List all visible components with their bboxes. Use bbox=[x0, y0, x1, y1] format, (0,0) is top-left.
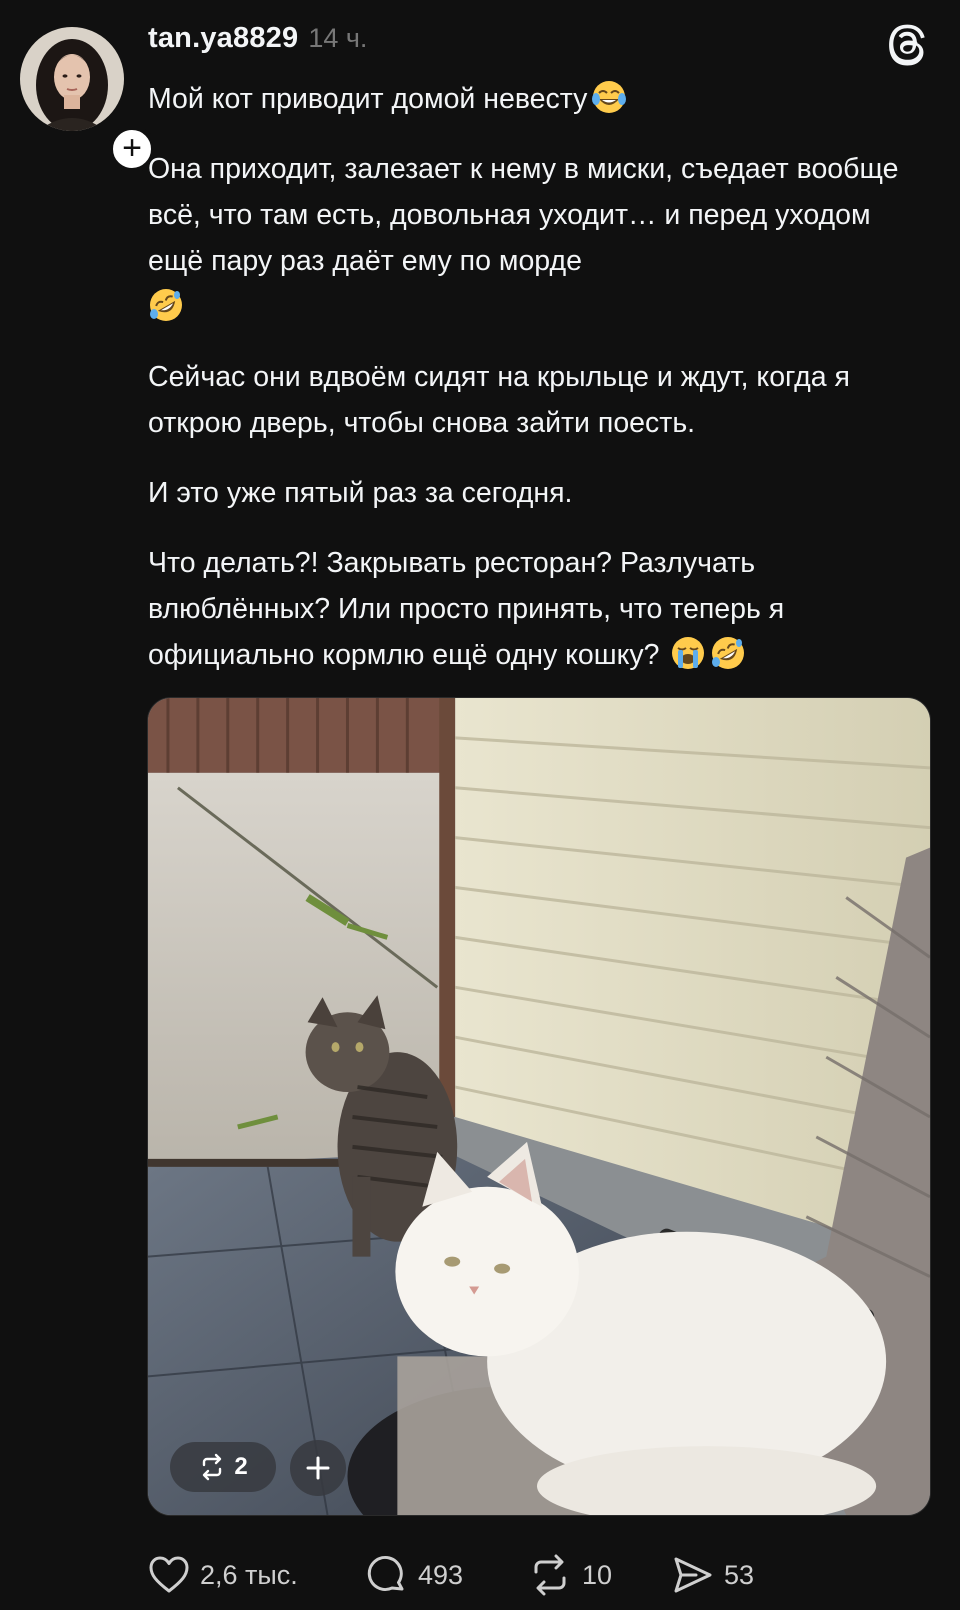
share-count: 53 bbox=[724, 1559, 755, 1590]
timestamp: 14 ч. bbox=[308, 23, 368, 53]
repost-button[interactable]: 10 bbox=[528, 1553, 612, 1597]
photo-add-button[interactable] bbox=[290, 1440, 346, 1496]
post-paragraph-2: Она приходит, залезает к нему в миски, с… bbox=[148, 146, 928, 330]
face-with-tears-of-joy-emoji bbox=[592, 81, 627, 113]
post-paragraph-4: И это уже пятый раз за сегодня. bbox=[148, 470, 928, 516]
comment-count: 493 bbox=[418, 1559, 464, 1590]
share-button[interactable]: 53 bbox=[672, 1553, 754, 1597]
avatar-photo bbox=[20, 27, 124, 131]
post-paragraph-5: Что делать?! Закрывать ресторан? Разлуча… bbox=[148, 540, 928, 678]
repost-icon bbox=[534, 1554, 566, 1596]
rolling-on-floor-laughing-emoji bbox=[711, 637, 744, 669]
photo-repost-pill[interactable]: 2 bbox=[170, 1442, 276, 1492]
avatar[interactable] bbox=[20, 27, 124, 131]
send-icon bbox=[674, 1557, 712, 1593]
photo-repost-count: 2 bbox=[234, 1453, 248, 1480]
rolling-on-floor-laughing-emoji bbox=[150, 289, 182, 321]
post-body: Мой кот приводит домой невесту Она прихо… bbox=[148, 76, 928, 702]
post-photo[interactable] bbox=[147, 697, 931, 1516]
post-header: tan.ya8829 14 ч. bbox=[148, 22, 367, 58]
post-paragraph-1: Мой кот приводит домой невесту bbox=[148, 76, 928, 122]
comment-button[interactable]: 493 bbox=[366, 1553, 463, 1597]
repost-count: 10 bbox=[582, 1559, 613, 1590]
repost-icon bbox=[203, 1453, 222, 1481]
comment-bubble-icon bbox=[367, 1556, 404, 1591]
post-paragraph-text: Мой кот приводит домой невесту bbox=[148, 83, 588, 115]
username[interactable]: tan.ya8829 bbox=[148, 22, 298, 55]
post-paragraph-text: Она приходит, залезает к нему в миски, с… bbox=[148, 153, 899, 277]
post-paragraph-3: Сейчас они вдвоём сидят на крыльце и жду… bbox=[148, 354, 928, 446]
heart-icon bbox=[149, 1556, 189, 1593]
plus-icon bbox=[306, 1456, 330, 1480]
like-count: 2,6 тыс. bbox=[200, 1559, 298, 1590]
cats-on-porch-image bbox=[148, 698, 930, 1515]
loudly-crying-face-emoji bbox=[671, 637, 704, 669]
avatar-container[interactable]: + bbox=[20, 27, 156, 173]
like-button[interactable]: 2,6 тыс. bbox=[148, 1553, 298, 1597]
post-action-bar: 2,6 тыс. 493 10 53 bbox=[148, 1553, 928, 1597]
plus-icon: + bbox=[122, 128, 142, 167]
post-paragraph-text: Сейчас они вдвоём сидят на крыльце и жду… bbox=[148, 361, 850, 439]
post-paragraph-text: И это уже пятый раз за сегодня. bbox=[148, 477, 573, 509]
threads-logo-icon[interactable] bbox=[884, 20, 932, 68]
